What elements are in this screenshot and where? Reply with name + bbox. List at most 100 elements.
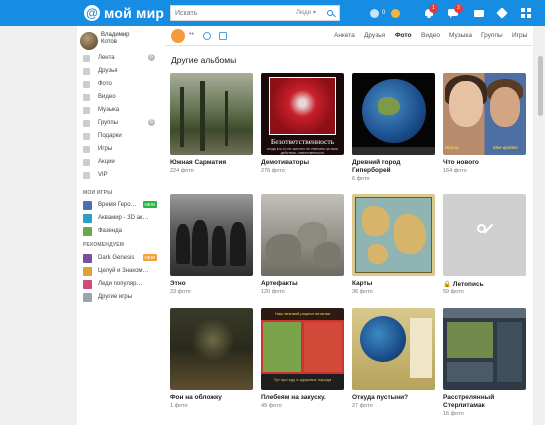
tab-friends[interactable]: Друзья xyxy=(364,32,385,39)
video-icon xyxy=(83,93,90,101)
feed-icon xyxy=(83,54,90,62)
album-thumbnail[interactable] xyxy=(352,194,435,276)
mail-icon[interactable] xyxy=(474,8,484,18)
sidebar-item-gifts[interactable]: Подарки xyxy=(83,131,163,141)
avatar[interactable] xyxy=(171,29,185,43)
photo-count: 1 фото xyxy=(170,403,188,409)
ok-coin-icon[interactable] xyxy=(370,9,379,18)
recommended-title: РЕКОМЕНДУЕМ xyxy=(83,242,125,248)
tag-icon[interactable] xyxy=(496,7,508,19)
search-input[interactable] xyxy=(175,8,285,19)
album-title[interactable]: Карты xyxy=(352,280,438,287)
album-thumbnail[interactable] xyxy=(170,308,253,390)
photo-count: 6 фото xyxy=(352,176,370,182)
sidebar-item-photo[interactable]: Фото xyxy=(83,79,163,89)
album-thumbnail[interactable] xyxy=(443,194,526,276)
game-item[interactable]: Леди популяр… xyxy=(83,279,163,289)
album-thumbnail[interactable] xyxy=(170,194,253,276)
scrollbar-thumb[interactable] xyxy=(538,56,543,116)
search-button[interactable] xyxy=(322,5,340,21)
album-thumbnail[interactable] xyxy=(261,194,344,276)
logo[interactable]: @ мой мир xyxy=(84,5,164,21)
new-badge: NEW xyxy=(142,254,157,261)
tab-profile[interactable]: Анкета xyxy=(334,32,355,39)
friends-icon xyxy=(83,67,90,75)
game-item[interactable]: Фазенда xyxy=(83,226,163,236)
album-thumbnail[interactable] xyxy=(352,308,435,390)
game-icon xyxy=(83,226,92,236)
album-title[interactable]: Этно xyxy=(170,280,256,287)
photo-count: 36 фото xyxy=(352,289,373,295)
scrollbar[interactable] xyxy=(536,26,545,425)
feed-count: 6 xyxy=(148,54,155,61)
chat-icon[interactable]: 2 xyxy=(448,4,463,18)
game-item[interactable]: Аквамир - 3D ак… xyxy=(83,213,163,223)
music-icon xyxy=(83,106,90,114)
left-sidebar: Владимир Котов Лента 6 Друзья Фото Видео… xyxy=(77,26,165,425)
photo-count: 164 фото xyxy=(443,168,467,174)
section-title: Другие альбомы xyxy=(171,55,237,65)
sidebar-item-vip[interactable]: VIP xyxy=(83,170,163,180)
photo-count: 27 фото xyxy=(352,403,373,409)
messages-badge: 2 xyxy=(454,4,463,13)
photo-count: 224 фото xyxy=(170,168,194,174)
game-icon xyxy=(83,279,92,289)
tab-video[interactable]: Видео xyxy=(421,32,440,39)
album-title[interactable]: Южная Сарматия xyxy=(170,159,256,166)
sidebar-item-music[interactable]: Музыка xyxy=(83,105,163,115)
bell-icon[interactable]: 1 xyxy=(424,4,438,18)
new-badge: NEW xyxy=(142,201,157,208)
other-games-link[interactable]: Другие игры xyxy=(83,292,163,302)
game-item[interactable]: Время Геро… NEW xyxy=(83,200,163,210)
vip-icon xyxy=(83,171,90,179)
coin-count: 0 xyxy=(382,10,386,16)
sidebar-item-feed[interactable]: Лента 6 xyxy=(83,53,163,63)
album-title[interactable]: Фон на обложку xyxy=(170,394,256,401)
chat-bubble-icon[interactable] xyxy=(203,32,211,40)
game-item[interactable]: Dark Genesis NEW xyxy=(83,253,163,263)
promo-icon xyxy=(83,158,90,166)
sidebar-item-promos[interactable]: Акции xyxy=(83,157,163,167)
apps-grid-icon[interactable] xyxy=(521,8,531,18)
logo-text: мой мир xyxy=(104,5,165,21)
my-games-title: МОИ ИГРЫ xyxy=(83,190,113,196)
photo-count: 49 фото xyxy=(261,403,282,409)
album-title[interactable]: Древний город Гиперборей xyxy=(352,159,438,175)
album-thumbnail[interactable]: Наш вековой рацион питания Тут про еду и… xyxy=(261,308,344,390)
tab-groups[interactable]: Группы xyxy=(481,32,503,39)
photo-icon xyxy=(83,80,90,88)
groups-count: 6 xyxy=(148,119,155,126)
more-dots-icon[interactable]: •• xyxy=(189,31,194,38)
tab-photo[interactable]: Фото xyxy=(395,32,411,39)
album-thumbnail[interactable]: Ирина Мне вредно xyxy=(443,73,526,155)
sidebar-item-video[interactable]: Видео xyxy=(83,92,163,102)
photo-count: 16 фото xyxy=(443,411,464,417)
sidebar-item-friends[interactable]: Друзья xyxy=(83,66,163,76)
album-title[interactable]: Что нового xyxy=(443,159,529,166)
poster-subcaption: когда кто-то не захотел не отвечать за с… xyxy=(267,147,338,155)
sidebar-item-groups[interactable]: Группы 6 xyxy=(83,118,163,128)
album-thumbnail[interactable] xyxy=(352,73,435,155)
tab-games[interactable]: Игры xyxy=(512,32,527,39)
avatar[interactable] xyxy=(80,32,98,50)
search-scope-dropdown[interactable]: Люди ▾ xyxy=(296,9,316,16)
at-icon: @ xyxy=(84,5,100,21)
album-thumbnail[interactable] xyxy=(170,73,253,155)
album-title[interactable]: Демотиваторы xyxy=(261,159,347,166)
tab-music[interactable]: Музыка xyxy=(449,32,472,39)
album-title[interactable]: 🔒 Летопись xyxy=(443,280,529,288)
album-title[interactable]: Откуда пустыни? xyxy=(352,394,438,401)
album-thumbnail[interactable] xyxy=(443,308,526,390)
album-title[interactable]: Артефакты xyxy=(261,280,347,287)
photo-count: 23 фото xyxy=(170,289,191,295)
album-thumbnail[interactable]: Безответственность когда кто-то не захот… xyxy=(261,73,344,155)
sidebar-item-games[interactable]: Игры xyxy=(83,144,163,154)
user-name[interactable]: Владимир Котов xyxy=(101,32,130,46)
gold-coin-icon[interactable] xyxy=(391,9,400,18)
album-title[interactable]: Плебеям на закуску. xyxy=(261,394,347,401)
album-title[interactable]: Расстрелянный Стерлитамак xyxy=(443,394,529,410)
search-scope-label: Люди xyxy=(296,10,312,16)
gift-icon[interactable] xyxy=(219,32,227,40)
game-item[interactable]: Целуй и Знаком… xyxy=(83,266,163,276)
groups-icon xyxy=(83,119,90,127)
